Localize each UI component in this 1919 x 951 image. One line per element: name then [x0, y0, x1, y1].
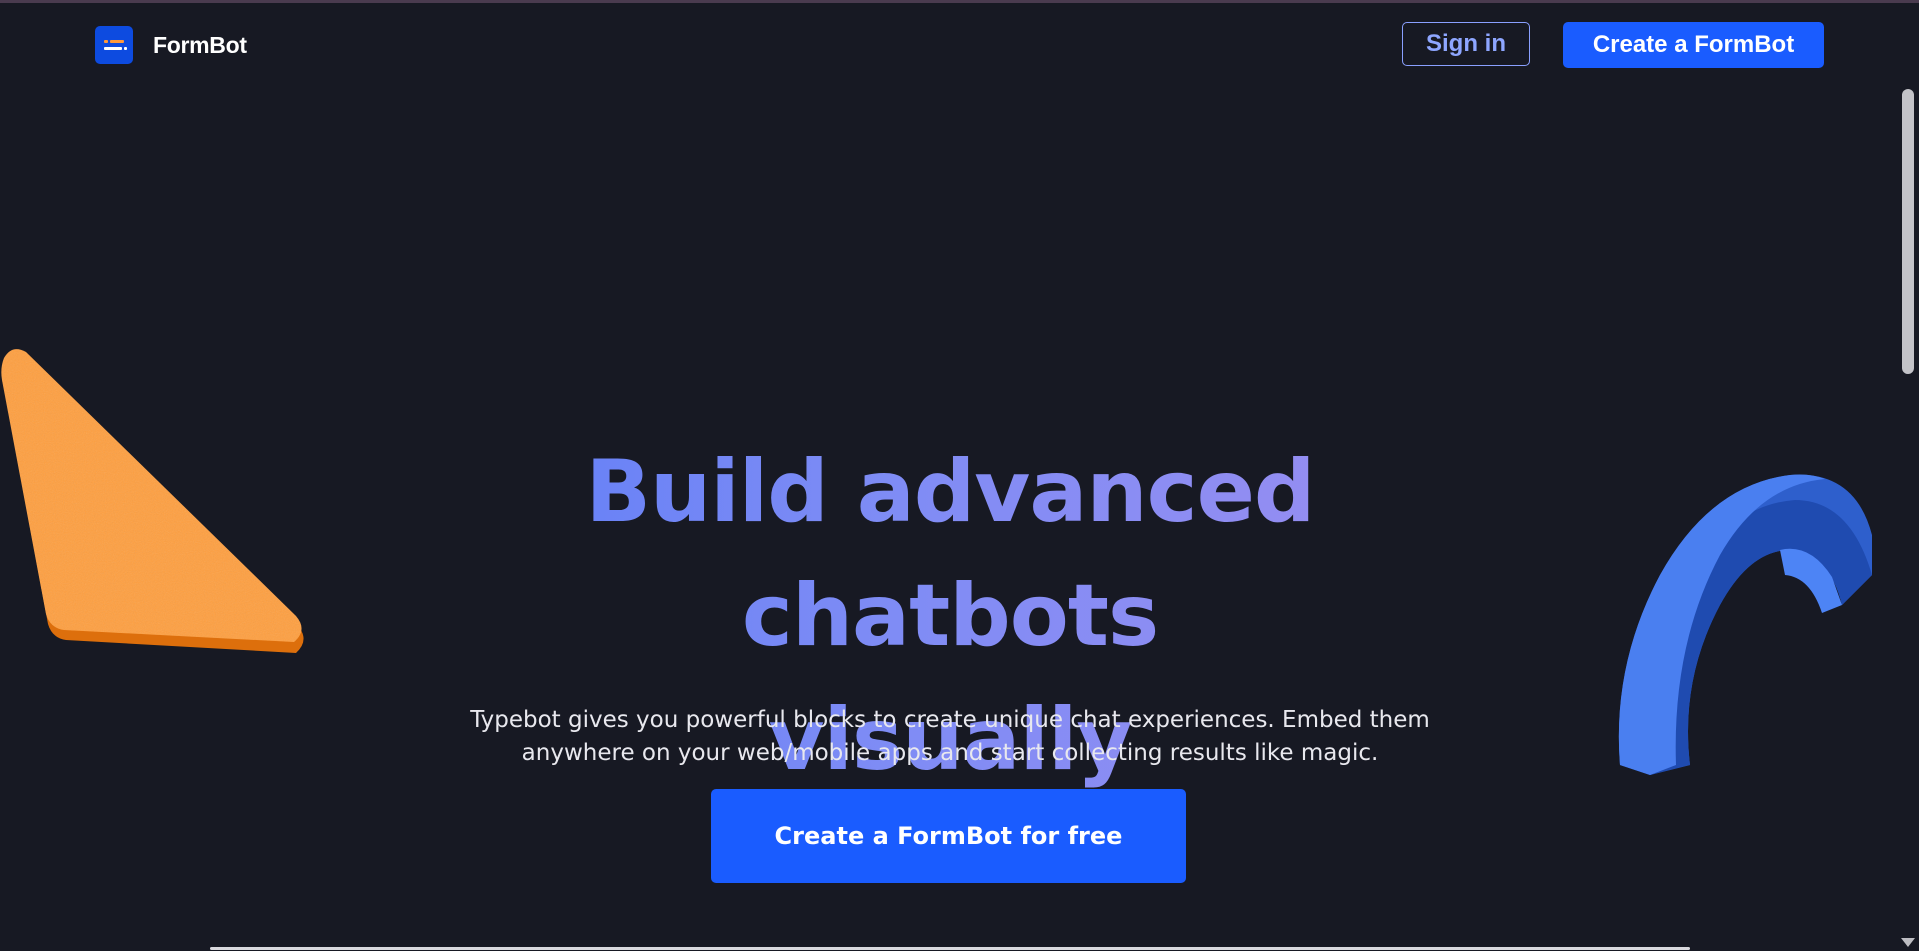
hero-title-line-1: Build advanced chatbots — [380, 430, 1520, 678]
logo-text: FormBot — [153, 31, 247, 58]
browser-viewport: FormBot Sign in Create a FormBot Build a… — [0, 0, 1919, 951]
page-scrollbar[interactable] — [1897, 87, 1919, 951]
create-formbot-free-button[interactable]: Create a FormBot for free — [711, 789, 1186, 883]
logo-link[interactable]: FormBot — [95, 26, 247, 64]
blue-arc-decoration — [1618, 474, 1872, 775]
formbot-logo-icon — [95, 26, 133, 64]
orange-triangle-decoration — [1, 349, 304, 653]
site-header: FormBot Sign in Create a FormBot — [0, 3, 1919, 87]
scroll-down-arrow-icon[interactable] — [1901, 938, 1915, 947]
hero-subtitle-line-2: anywhere on your web/mobile apps and sta… — [521, 740, 1379, 766]
section-preview-edge — [210, 947, 1690, 950]
sign-in-button[interactable]: Sign in — [1402, 22, 1530, 66]
hero-subtitle-line-1: Typebot gives you powerful blocks to cre… — [470, 707, 1430, 733]
create-formbot-button[interactable]: Create a FormBot — [1563, 22, 1824, 68]
hero-subtitle: Typebot gives you powerful blocks to cre… — [450, 704, 1450, 770]
scrollbar-thumb[interactable] — [1902, 89, 1914, 374]
